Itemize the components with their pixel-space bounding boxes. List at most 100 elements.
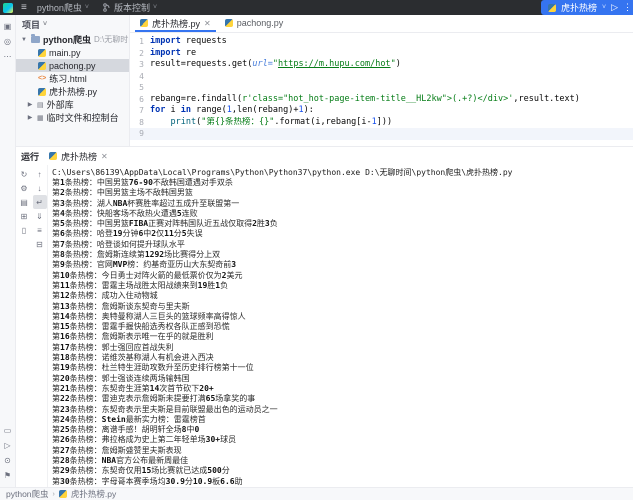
- chevron-collapsed-icon[interactable]: ▶: [26, 101, 34, 108]
- chevron-expanded-icon[interactable]: ▼: [20, 37, 28, 43]
- project-widget[interactable]: python爬虫 ˅: [37, 1, 89, 14]
- line-number: 9: [130, 128, 150, 140]
- more-actions-icon[interactable]: ⋮: [623, 2, 629, 13]
- editor-tab-虎扑热榜.py[interactable]: 虎扑热榜.py ✕: [133, 14, 218, 32]
- services-icon[interactable]: ⚑: [1, 468, 15, 483]
- close-icon[interactable]: ✕: [101, 152, 108, 161]
- print-icon[interactable]: ≡: [33, 223, 47, 237]
- main-menu-icon[interactable]: ≡: [21, 2, 27, 13]
- editor-tab-bar: 虎扑热榜.py ✕ pachong.py: [130, 15, 633, 33]
- clear-console-icon[interactable]: ⊟: [33, 237, 47, 251]
- lib-icon: ▤: [37, 101, 44, 109]
- run-tab[interactable]: 虎扑热榜 ✕: [49, 150, 108, 163]
- run-console[interactable]: C:\Users\86139\AppData\Local\Programs\Py…: [48, 165, 633, 487]
- code-text: for i in range(1,len(rebang)+1):: [150, 105, 633, 117]
- line-number: 7: [130, 105, 150, 117]
- close-icon[interactable]: ✕: [204, 19, 211, 28]
- console-line: 第24条热榜：Stein最新实力榜：雷霆榜首: [52, 415, 633, 425]
- editor-tab-label: 虎扑热榜.py: [152, 17, 200, 30]
- console-line: 第12条热榜：成功入住动物城: [52, 291, 633, 301]
- python-file-icon: [38, 62, 46, 70]
- status-bar: python爬虫 › 虎扑热榜.py: [0, 487, 633, 500]
- up-stack-trace-icon[interactable]: ↑: [33, 167, 47, 181]
- project-panel-header[interactable]: 项目 ˅: [16, 15, 129, 33]
- run-button[interactable]: ▷: [611, 2, 618, 13]
- scratch-icon: ▦: [37, 114, 44, 122]
- code-line: 4: [130, 71, 633, 83]
- breadcrumb-project[interactable]: python爬虫: [6, 488, 49, 500]
- tree-root-row[interactable]: ▼ python爬虫 D:\无聊时间\python爬虫: [16, 33, 129, 46]
- chevron-collapsed-icon[interactable]: ▶: [26, 114, 34, 121]
- console-line: 第20条热榜：郭士强谈连续两场输韩国: [52, 374, 633, 384]
- console-line: 第11条热榜：雷霆主场战胜太阳战绩来到19胜1负: [52, 281, 633, 291]
- settings-icon[interactable]: ⚙: [17, 181, 31, 195]
- chevron-down-icon: ˅: [43, 21, 47, 28]
- code-line: 5: [130, 82, 633, 94]
- run-config-name[interactable]: 虎扑热榜: [561, 1, 597, 14]
- tree-group-外部库[interactable]: ▶▤外部库: [16, 98, 129, 111]
- tool-strip-bottom: ▭▷⊙⚑: [1, 423, 15, 483]
- chevron-down-icon[interactable]: ˅: [602, 4, 606, 11]
- folder-icon: [31, 36, 40, 43]
- run-panel-label: 运行: [21, 150, 39, 163]
- python-console-icon[interactable]: ▭: [1, 423, 15, 438]
- code-text: rebang=re.findall(r'class="hot_hot-page-…: [150, 94, 633, 106]
- code-editor[interactable]: 1import requests2import re3result=reques…: [130, 33, 633, 146]
- code-line: 1import requests: [130, 36, 633, 48]
- python-file-icon: [225, 19, 233, 27]
- console-line: 第27条热榜：詹姆斯盛赞里夫斯表现: [52, 446, 633, 456]
- code-line: 7for i in range(1,len(rebang)+1):: [130, 105, 633, 117]
- tree-item-main.py[interactable]: main.py: [16, 46, 129, 59]
- soft-wrap-icon[interactable]: ↵: [33, 195, 47, 209]
- python-file-icon: [49, 152, 57, 160]
- console-line: 第7条热榜：哈登谈如何提升球队水平: [52, 240, 633, 250]
- line-number: 3: [130, 59, 150, 71]
- down-stack-trace-icon[interactable]: ↓: [33, 181, 47, 195]
- tree-item-虎扑热榜.py[interactable]: 虎扑热榜.py: [16, 85, 129, 98]
- code-text: import requests: [150, 36, 633, 48]
- html-file-icon: <>: [38, 75, 46, 82]
- tree-group-临时文件和控制台[interactable]: ▶▦临时文件和控制台: [16, 111, 129, 124]
- tree-item-label: pachong.py: [49, 61, 96, 71]
- line-number: 2: [130, 48, 150, 60]
- rerun-icon[interactable]: ↻: [17, 167, 31, 181]
- tree-item-label: main.py: [49, 48, 81, 58]
- code-line: 3result=requests.get(url="https://m.hupu…: [130, 59, 633, 71]
- editor-area: 虎扑热榜.py ✕ pachong.py 1import requests2impo…: [130, 15, 633, 146]
- run-widget: 虎扑热榜 ˅ ▷ ⋮: [541, 0, 633, 15]
- code-text: import re: [150, 48, 633, 60]
- more-tools-icon[interactable]: ⋯: [1, 49, 15, 64]
- console-line: 第4条热榜：快船客场不敌热火遭遇5连败: [52, 209, 633, 219]
- console-line: 第10条热榜：今日勇士对阵火箭的最低票价仅为2美元: [52, 271, 633, 281]
- console-line: 第18条热榜：诺维茨基称湖人有机会进入西决: [52, 353, 633, 363]
- console-command-line: C:\Users\86139\AppData\Local\Programs\Py…: [52, 167, 633, 178]
- scroll-to-end-icon[interactable]: ⇓: [33, 209, 47, 223]
- project-widget-label: python爬虫: [37, 1, 82, 14]
- device-icon[interactable]: ▯: [17, 223, 31, 237]
- python-file-icon: [38, 88, 46, 96]
- tree-item-练习.html[interactable]: <>练习.html: [16, 72, 129, 85]
- pycharm-window: ≡ python爬虫 ˅ 版本控制 ˅ 虎扑热榜 ˅ ▷ ⋮ ▣◎⋯ ▭▷⊙⚑: [0, 0, 633, 500]
- console-line: 第17条热榜：郭士强回应首战失利: [52, 343, 633, 353]
- tree-item-label: 虎扑热榜.py: [49, 85, 97, 98]
- project-tree: ▼ python爬虫 D:\无聊时间\python爬虫 main.py pacho…: [16, 33, 129, 146]
- tree-group-label: 临时文件和控制台: [47, 111, 119, 124]
- console-line: 第21条热榜：东契奇生涯第14次首节砍下20+: [52, 384, 633, 394]
- vcs-widget[interactable]: 版本控制 ˅: [103, 1, 157, 14]
- python-file-icon: [140, 19, 148, 27]
- pin-tab-icon[interactable]: ▤: [17, 195, 31, 209]
- project-icon[interactable]: ▣: [1, 19, 15, 34]
- breadcrumb-separator: ›: [53, 491, 55, 498]
- console-toolbar: ↑↓↵⇓≡⊟: [32, 165, 48, 487]
- layout-icon[interactable]: ⊞: [17, 209, 31, 223]
- problems-icon[interactable]: ⊙: [1, 453, 15, 468]
- commit-icon[interactable]: ◎: [1, 34, 15, 49]
- run-icon[interactable]: ▷: [1, 438, 15, 453]
- code-text: print("第{}条热榜：{}".format(i,rebang[i-1])): [150, 117, 633, 129]
- code-line: 2import re: [130, 48, 633, 60]
- console-line: 第14条热榜：奥特曼称湖人三巨头的篮球频率高得惊人: [52, 312, 633, 322]
- tree-item-pachong.py[interactable]: pachong.py: [16, 59, 129, 72]
- python-file-icon: [59, 490, 67, 498]
- breadcrumb-file[interactable]: 虎扑热榜.py: [71, 488, 116, 500]
- editor-tab-pachong.py[interactable]: pachong.py: [218, 14, 291, 32]
